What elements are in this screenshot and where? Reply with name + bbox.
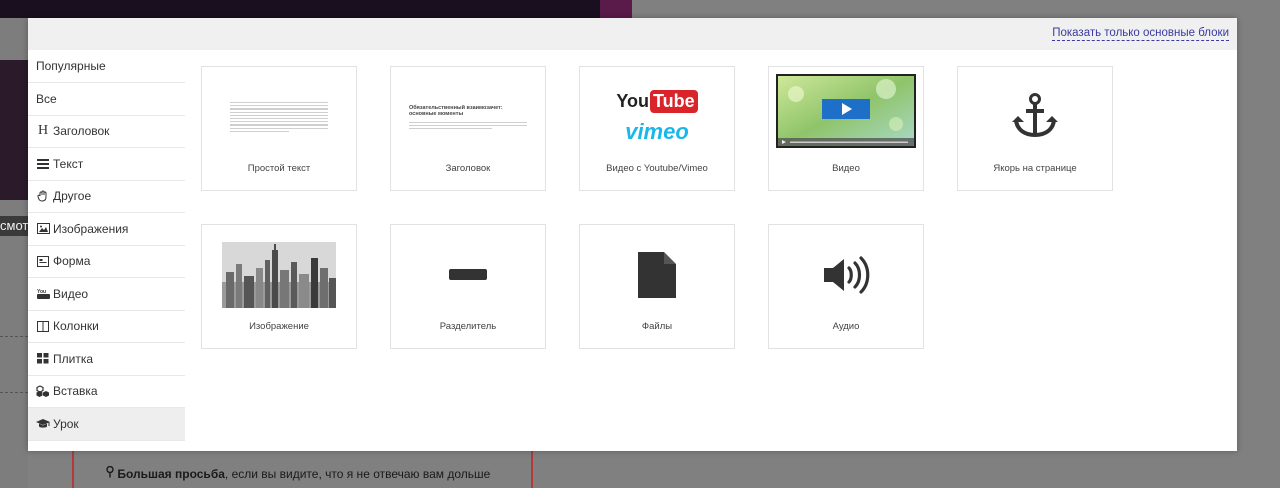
sidebar-item-video[interactable]: You Видео [28, 278, 185, 311]
heading-icon: H [37, 123, 49, 139]
block-label: Видео [832, 163, 860, 174]
block-label: Простой текст [247, 163, 311, 174]
sidebar-item-label: Другое [53, 189, 92, 204]
background-header [0, 0, 632, 18]
background-clipped-text: смотр [0, 216, 30, 236]
youtube-logo: You Tube [616, 89, 698, 113]
block-audio[interactable]: Аудио [768, 224, 924, 349]
background-note: Большая просьба, если вы видите, что я н… [106, 465, 491, 481]
sidebar-item-popular[interactable]: Популярные [28, 50, 185, 83]
background-divider [0, 392, 28, 393]
sidebar-item-label: Изображения [53, 221, 129, 236]
tiles-icon [36, 352, 50, 366]
cubes-icon [36, 384, 50, 398]
block-anchor[interactable]: Якорь на странице [957, 66, 1113, 191]
block-heading[interactable]: Обязательственный взаимозачет: основные … [390, 66, 546, 191]
file-icon [580, 235, 734, 315]
heading-preview-title: Обязательственный взаимозачет: основные … [409, 104, 503, 118]
background-note-bold: Большая просьба [117, 467, 225, 481]
block-youtube-vimeo[interactable]: You Tube vimeo Видео с Youtube/Vimeo [579, 66, 735, 191]
sidebar-item-all[interactable]: Все [28, 83, 185, 116]
background-note-text: , если вы видите, что я не отвечаю вам д… [224, 467, 491, 481]
block-image[interactable]: Изображение [201, 224, 357, 349]
pin-icon [106, 465, 114, 481]
text-lines-icon [36, 157, 50, 171]
sidebar-item-label: Текст [53, 156, 84, 171]
block-picker-modal: Показать только основные блоки Популярны… [28, 18, 1237, 451]
sidebar-item-columns[interactable]: Колонки [28, 311, 185, 343]
sidebar-item-label: Урок [53, 416, 79, 431]
youtube-logo-tube: Tube [650, 89, 698, 113]
sidebar-item-images[interactable]: Изображения [28, 213, 185, 246]
block-files[interactable]: Файлы [579, 224, 735, 349]
video-player-icon [769, 71, 923, 151]
heading-preview: Обязательственный взаимозачет: основные … [391, 77, 545, 157]
block-plain-text[interactable]: Простой текст [201, 66, 357, 191]
city-image-icon [202, 235, 356, 315]
block-label: Разделитель [439, 321, 497, 332]
category-sidebar: Популярные Все H Заголовок Текст Другое … [28, 50, 186, 451]
image-icon [36, 222, 50, 236]
columns-icon [36, 319, 50, 333]
sidebar-item-text[interactable]: Текст [28, 148, 185, 181]
youtube-vimeo-logo-icon: You Tube vimeo [580, 77, 734, 157]
block-label: Заголовок [445, 163, 491, 174]
modal-header: Показать только основные блоки [28, 18, 1237, 50]
sidebar-item-label: Все [36, 91, 57, 106]
graduation-cap-icon [36, 417, 50, 431]
speaker-icon [769, 235, 923, 315]
youtube-icon: You [36, 287, 50, 301]
sidebar-item-label: Популярные [36, 59, 106, 73]
sidebar-item-label: Форма [53, 254, 91, 269]
sidebar-item-form[interactable]: Форма [28, 246, 185, 278]
sidebar-item-label: Заголовок [53, 124, 110, 139]
sidebar-item-tiles[interactable]: Плитка [28, 343, 185, 376]
divider-icon [391, 235, 545, 315]
block-divider[interactable]: Разделитель [390, 224, 546, 349]
sidebar-item-heading[interactable]: H Заголовок [28, 116, 185, 148]
sidebar-item-other[interactable]: Другое [28, 181, 185, 213]
sidebar-item-label: Видео [53, 286, 89, 301]
sidebar-item-embed[interactable]: Вставка [28, 376, 185, 408]
hand-icon [36, 189, 50, 203]
vimeo-logo: vimeo [625, 118, 689, 144]
anchor-icon [958, 77, 1112, 157]
block-label: Аудио [832, 321, 860, 332]
sidebar-item-label: Колонки [53, 319, 99, 334]
plain-text-preview [202, 77, 356, 157]
form-icon [36, 254, 50, 268]
sidebar-item-label: Плитка [53, 351, 94, 366]
sidebar-item-label: Вставка [53, 384, 98, 399]
show-basic-blocks-link[interactable]: Показать только основные блоки [1052, 26, 1229, 41]
background-image-fragment [0, 60, 28, 200]
youtube-logo-you: You [616, 90, 649, 111]
blocks-grid: Простой текст Обязательственный взаимоза… [185, 50, 1237, 451]
block-label: Якорь на странице [993, 163, 1077, 174]
block-video[interactable]: Видео [768, 66, 924, 191]
sidebar-item-lesson[interactable]: Урок [28, 408, 185, 441]
block-label: Видео с Youtube/Vimeo [606, 163, 708, 174]
background-divider [0, 336, 28, 337]
block-label: Изображение [249, 321, 309, 332]
block-label: Файлы [641, 321, 673, 332]
